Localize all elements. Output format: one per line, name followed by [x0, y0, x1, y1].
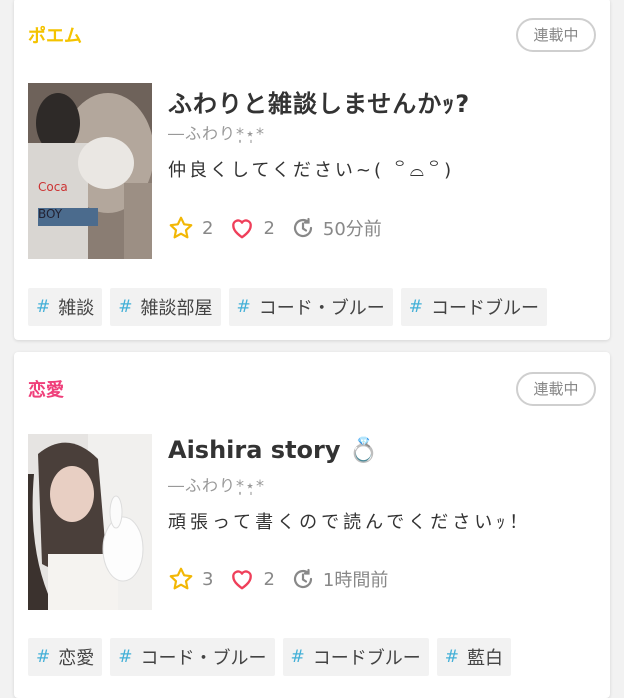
story-stats: 2 2 50分前	[168, 214, 398, 242]
hash-icon: #	[444, 647, 459, 667]
story-title[interactable]: Aishira story 💍	[168, 436, 379, 464]
story-thumbnail[interactable]: Coca BOY	[28, 83, 152, 259]
tag-label: 恋愛	[58, 648, 95, 669]
tag-chip[interactable]: # コード・ブルー	[228, 288, 393, 326]
svg-text:BOY: BOY	[38, 207, 63, 221]
updated-time: 1時間前	[322, 570, 389, 591]
tag-label: コード・ブルー	[140, 648, 267, 669]
hash-icon: #	[408, 297, 423, 317]
clock-icon	[291, 216, 315, 240]
heart-icon	[229, 566, 255, 592]
star-count: 3	[202, 568, 214, 590]
tag-chip[interactable]: # 藍白	[436, 638, 511, 676]
tag-label: コードブルー	[312, 648, 421, 669]
tag-list: # 恋愛 # コード・ブルー # コードブルー # 藍白	[28, 638, 511, 676]
hash-icon: #	[36, 297, 51, 317]
story-description: 頑張って書くので読んでくださいｯ！	[168, 512, 532, 533]
tag-label: 雑談部屋	[140, 298, 213, 319]
tag-list: # 雑談 # 雑談部屋 # コード・ブルー # コードブルー	[28, 288, 547, 326]
story-card[interactable]: ポエム 連載中 Coca BOY ふわりと雑談しませんかｯ? ―ふわり*̣̩⋆̩…	[14, 0, 610, 340]
story-description: 仲良くしてください~( ꒪⌓꒪)	[168, 160, 455, 181]
tag-label: 藍白	[467, 648, 503, 669]
tag-label: 雑談	[58, 298, 95, 319]
tag-chip[interactable]: # コードブルー	[400, 288, 547, 326]
clock-icon	[291, 567, 315, 591]
story-thumbnail[interactable]	[28, 434, 152, 610]
author-name[interactable]: ―ふわり*̣̩⋆̩*	[168, 472, 265, 496]
story-title[interactable]: ふわりと雑談しませんかｯ?	[168, 84, 470, 119]
svg-text:Coca: Coca	[38, 180, 68, 194]
status-badge: 連載中	[516, 18, 596, 52]
tag-chip[interactable]: # 雑談	[28, 288, 103, 326]
like-count: 2	[263, 568, 275, 590]
status-badge: 連載中	[516, 372, 596, 406]
heart-icon	[229, 215, 255, 241]
tag-label: コード・ブルー	[258, 298, 385, 319]
updated-time: 50分前	[322, 219, 382, 240]
genre-label[interactable]: ポエム	[28, 22, 82, 48]
story-card[interactable]: 恋愛 連載中 Aishira story 💍 ―ふわり*̣̩⋆̩* 頑張って書く…	[14, 352, 610, 698]
author-name[interactable]: ―ふわり*̣̩⋆̩*	[168, 120, 265, 144]
star-count: 2	[202, 217, 214, 239]
hash-icon: #	[118, 647, 133, 667]
tag-label: コードブルー	[431, 298, 539, 319]
tag-chip[interactable]: # 恋愛	[28, 638, 103, 676]
like-count: 2	[263, 217, 275, 239]
hash-icon: #	[236, 297, 251, 317]
tag-chip[interactable]: # コードブルー	[282, 638, 429, 676]
star-icon	[168, 215, 194, 241]
hash-icon: #	[118, 297, 133, 317]
tag-chip[interactable]: # 雑談部屋	[110, 288, 221, 326]
hash-icon: #	[36, 647, 51, 667]
star-icon	[168, 566, 194, 592]
hash-icon: #	[290, 647, 305, 667]
story-stats: 3 2 1時間前	[168, 565, 404, 593]
tag-chip[interactable]: # コード・ブルー	[110, 638, 275, 676]
genre-label[interactable]: 恋愛	[28, 376, 64, 402]
